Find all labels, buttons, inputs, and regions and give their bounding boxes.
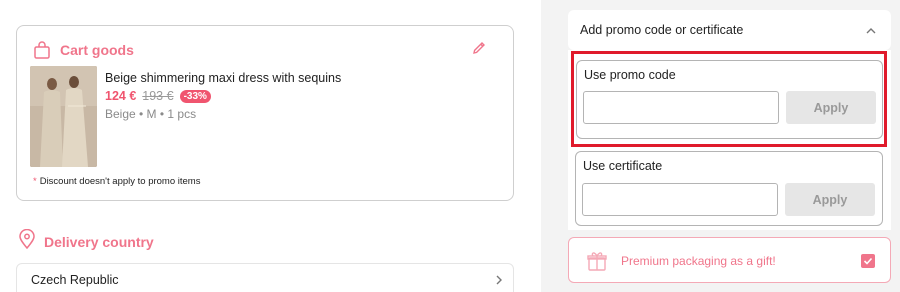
certificate-section: Use certificate Apply bbox=[575, 151, 883, 226]
promo-code-input[interactable] bbox=[583, 91, 779, 124]
cart-title: Cart goods bbox=[60, 42, 134, 58]
order-summary-panel: Add promo code or certificate Use promo … bbox=[541, 0, 900, 292]
shopping-bag-icon bbox=[32, 40, 52, 60]
premium-packaging-label: Premium packaging as a gift! bbox=[621, 254, 776, 268]
certificate-apply-button[interactable]: Apply bbox=[785, 183, 875, 216]
check-icon bbox=[863, 257, 873, 265]
delivery-title: Delivery country bbox=[44, 233, 154, 250]
pencil-icon[interactable] bbox=[471, 40, 489, 58]
cart-header: Cart goods bbox=[32, 40, 134, 60]
chevron-up-icon bbox=[865, 24, 877, 36]
certificate-input[interactable] bbox=[582, 183, 778, 216]
discount-badge: -33% bbox=[179, 89, 211, 103]
product-name[interactable]: Beige shimmering maxi dress with sequins bbox=[105, 71, 341, 85]
note-asterisk: * bbox=[33, 176, 37, 187]
gift-icon bbox=[586, 250, 608, 272]
checkout-page: Cart goods Beige shimmering maxi dress w… bbox=[0, 0, 900, 292]
promo-code-label: Use promo code bbox=[584, 68, 676, 82]
cart-item: Beige shimmering maxi dress with sequins… bbox=[30, 66, 341, 167]
product-old-price: 193 € bbox=[142, 89, 174, 103]
product-variant: Beige • M • 1 pcs bbox=[105, 107, 197, 121]
product-price: 124 € bbox=[105, 89, 137, 103]
certificate-label: Use certificate bbox=[583, 159, 663, 173]
promo-toggle[interactable]: Add promo code or certificate bbox=[568, 10, 891, 50]
chevron-right-icon bbox=[493, 273, 505, 285]
map-pin-icon bbox=[18, 228, 36, 254]
promo-toggle-label: Add promo code or certificate bbox=[580, 23, 744, 37]
country-select[interactable]: Czech Republic bbox=[16, 263, 514, 292]
premium-packaging-checkbox[interactable] bbox=[861, 254, 875, 268]
discount-note: * Discount doesn't apply to promo items bbox=[33, 176, 200, 187]
promo-code-section: Use promo code Apply bbox=[576, 60, 883, 139]
price-row: 124 € 193 € -33% bbox=[105, 89, 341, 103]
premium-packaging-option[interactable]: Premium packaging as a gift! bbox=[568, 237, 891, 283]
promo-apply-button[interactable]: Apply bbox=[786, 91, 876, 124]
delivery-header: Delivery country bbox=[18, 228, 154, 254]
product-info: Beige shimmering maxi dress with sequins… bbox=[105, 66, 341, 167]
cart-goods-card: Cart goods Beige shimmering maxi dress w… bbox=[16, 25, 514, 201]
product-image[interactable] bbox=[30, 66, 97, 167]
note-text: Discount doesn't apply to promo items bbox=[39, 176, 201, 187]
country-value: Czech Republic bbox=[31, 273, 119, 287]
